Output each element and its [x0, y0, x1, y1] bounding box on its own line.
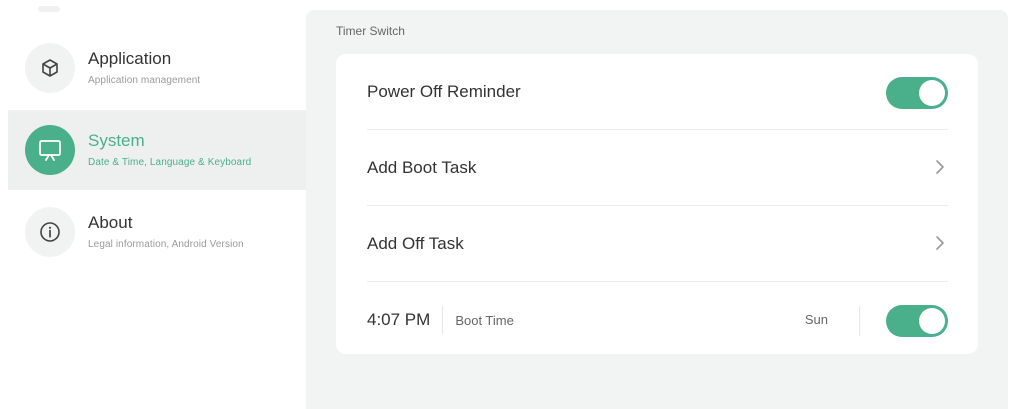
sidebar-item-text: Application Application management [88, 48, 200, 88]
sidebar-item-title: About [88, 213, 133, 232]
power-off-reminder-toggle[interactable] [886, 77, 948, 109]
chevron-right-icon [936, 236, 944, 250]
sidebar-item-text: System Date & Time, Language & Keyboard [88, 130, 251, 170]
sidebar-item-application[interactable]: Application Application management [8, 28, 306, 108]
timer-switch-card: Power Off Reminder Add Boot Task Add Off… [336, 54, 978, 354]
power-off-reminder-row[interactable]: Power Off Reminder [367, 54, 948, 130]
sidebar-item-title: System [88, 131, 145, 150]
cube-icon [25, 43, 75, 93]
sidebar-item-text: About Legal information, Android Version [88, 212, 244, 252]
monitor-icon [25, 125, 75, 175]
sidebar-item-title: Application [88, 49, 172, 68]
task-days: Sun [804, 312, 828, 327]
boot-task-row[interactable]: 4:07 PM Boot Time Sun [367, 282, 948, 358]
sidebar-item-subtitle: Application management [88, 75, 201, 86]
main-panel: Timer Switch Power Off Reminder Add Boot… [306, 10, 1008, 409]
divider [859, 306, 860, 336]
task-time: 4:07 PM [367, 310, 431, 329]
row-label: Add Off Task [367, 233, 464, 253]
settings-app: Application Application management Syste… [0, 0, 1012, 409]
divider [442, 306, 444, 334]
sidebar-top-indicator [38, 6, 60, 12]
add-off-task-row[interactable]: Add Off Task [367, 206, 948, 282]
add-boot-task-row[interactable]: Add Boot Task [367, 130, 948, 206]
chevron-right-icon [936, 160, 944, 174]
row-label: Add Boot Task [367, 157, 477, 177]
sidebar: Application Application management Syste… [0, 0, 306, 409]
sidebar-item-system[interactable]: System Date & Time, Language & Keyboard [8, 110, 306, 190]
toggle-knob [919, 80, 945, 106]
toggle-knob [919, 308, 945, 334]
info-icon [25, 207, 75, 257]
section-title: Timer Switch [336, 24, 405, 38]
sidebar-item-about[interactable]: About Legal information, Android Version [8, 192, 306, 272]
sidebar-item-subtitle: Date & Time, Language & Keyboard [88, 157, 252, 168]
task-type: Boot Time [455, 312, 514, 328]
row-label: Power Off Reminder [367, 81, 521, 101]
sidebar-item-subtitle: Legal information, Android Version [88, 239, 244, 250]
boot-task-toggle[interactable] [886, 305, 948, 337]
